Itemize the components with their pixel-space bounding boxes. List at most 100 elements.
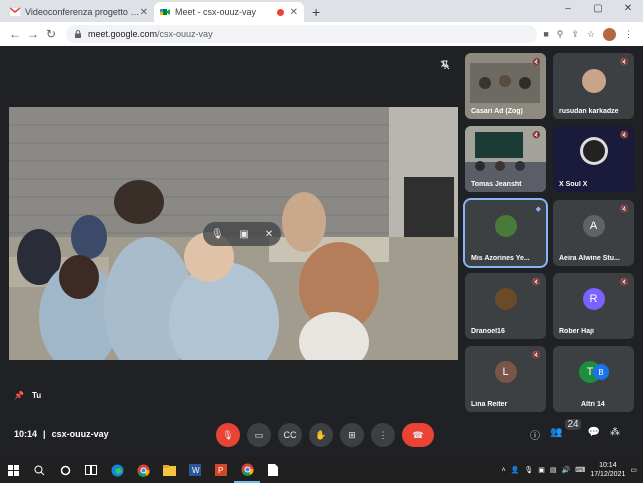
tab-meet[interactable]: Meet - csx-ouuz-vay ✕ bbox=[154, 2, 304, 22]
cortana-icon[interactable] bbox=[52, 457, 78, 483]
avatar: A bbox=[582, 215, 605, 237]
main-video[interactable]: 🎙 ▣ ✕ bbox=[9, 107, 458, 360]
pin-icon[interactable]: 📌 bbox=[14, 391, 24, 400]
bookmark-star-icon[interactable]: ☆ bbox=[587, 29, 595, 40]
pip-icon[interactable]: ▣ bbox=[239, 229, 248, 240]
participant-name: rusudan karkadze bbox=[559, 108, 619, 115]
network-icon[interactable]: ▤ bbox=[550, 466, 557, 474]
meet-stage: 🎙 ▣ ✕ 🔇 Casari Ad (Zog) 🔇 rusudan karkad… bbox=[0, 46, 643, 457]
mic-off-icon[interactable]: 🎙 bbox=[211, 229, 224, 240]
camera-toggle-button[interactable]: ▭ bbox=[247, 423, 271, 447]
end-call-button[interactable]: ☎ bbox=[402, 423, 434, 447]
people-icon[interactable]: 👥24 bbox=[550, 419, 581, 442]
raise-hand-button[interactable]: ✋ bbox=[309, 423, 333, 447]
camera-icon[interactable]: ■ bbox=[543, 29, 548, 39]
chrome-running-icon[interactable] bbox=[234, 457, 260, 483]
menu-icon[interactable]: ⋮ bbox=[624, 29, 633, 40]
meet-icon bbox=[160, 9, 170, 15]
document-icon[interactable] bbox=[260, 457, 286, 483]
search-icon[interactable] bbox=[26, 457, 52, 483]
others-count: Altri 14 bbox=[581, 401, 605, 408]
pin-off-icon[interactable] bbox=[440, 60, 450, 70]
microphone-tray-icon[interactable]: 🎙 bbox=[524, 466, 533, 474]
tab-title: Videoconferenza progetto intern bbox=[25, 7, 140, 17]
participant-tile[interactable]: L 🔇 Lina Reiter bbox=[465, 346, 546, 412]
mic-off-icon: 🔇 bbox=[532, 279, 541, 286]
browser-toolbar: ← → ↻ meet.google.com/csx-ouuz-vay ■ ⚲ ⇪… bbox=[0, 22, 643, 46]
notifications-icon[interactable]: ▭ bbox=[630, 466, 637, 474]
mic-off-icon: 🔇 bbox=[532, 352, 541, 359]
window-controls: – ▢ ✕ bbox=[553, 0, 643, 20]
participant-tile[interactable]: A 🔇 Aeira Alwine Stu... bbox=[553, 200, 634, 266]
participant-tile[interactable]: ◆ Mis Azorines Ye... bbox=[463, 198, 548, 268]
participant-count: 24 bbox=[565, 419, 581, 430]
windows-taskbar: W P ˄ 👤 🎙 ▣ ▤ 🔊 ⌨ 10:14 17/12/2021 ▭ bbox=[0, 457, 643, 483]
people-tray-icon[interactable]: 👤 bbox=[511, 466, 520, 474]
mic-off-icon: 🔇 bbox=[532, 59, 541, 66]
activities-icon[interactable]: ⁂ bbox=[610, 427, 620, 442]
avatar-secondary: B bbox=[593, 364, 609, 380]
meeting-details: 10:14 | csx-ouuz-vay bbox=[14, 429, 109, 439]
file-explorer-icon[interactable] bbox=[156, 457, 182, 483]
participant-tile[interactable]: 🔇 rusudan karkadze bbox=[553, 53, 634, 119]
profile-avatar[interactable] bbox=[603, 27, 616, 41]
clock-time: 10:14 bbox=[599, 462, 617, 469]
windows-start-icon[interactable] bbox=[0, 457, 26, 483]
tab-strip: Videoconferenza progetto intern ✕ Meet -… bbox=[0, 0, 643, 22]
task-view-icon[interactable] bbox=[78, 457, 104, 483]
others-tile[interactable]: T B Altri 14 bbox=[553, 346, 634, 412]
participant-tile[interactable]: 🔇 Dranoel16 bbox=[465, 273, 546, 339]
new-tab-button[interactable]: + bbox=[304, 4, 328, 22]
meet-control-bar: 10:14 | csx-ouuz-vay 🎙 ▭ CC ✋ ⊞ ⋮ ☎ ⓘ 👥2… bbox=[0, 415, 643, 455]
participant-name: Mis Azorines Ye... bbox=[471, 255, 530, 262]
unpin-icon[interactable]: ✕ bbox=[265, 229, 273, 240]
maximize-icon[interactable]: ▢ bbox=[583, 0, 613, 20]
zoom-icon[interactable]: ⚲ bbox=[557, 29, 564, 40]
participant-tile[interactable]: 🔇 X Soul X bbox=[553, 126, 634, 192]
back-icon[interactable]: ← bbox=[6, 27, 24, 41]
speaking-indicator-icon: ◆ bbox=[535, 206, 541, 213]
show-hidden-icons-icon[interactable]: ˄ bbox=[502, 467, 506, 474]
lock-icon bbox=[75, 30, 81, 38]
chrome-icon[interactable] bbox=[130, 457, 156, 483]
minimize-icon[interactable]: – bbox=[553, 0, 583, 20]
participant-name: Rober Haji bbox=[559, 328, 595, 335]
participant-name: Casari Ad (Zog) bbox=[471, 108, 523, 115]
reload-icon[interactable]: ↻ bbox=[42, 27, 60, 41]
word-icon[interactable]: W bbox=[182, 457, 208, 483]
volume-icon[interactable]: 🔊 bbox=[562, 466, 571, 474]
gmail-icon bbox=[10, 7, 20, 16]
mic-toggle-button[interactable]: 🎙 bbox=[216, 423, 240, 447]
share-icon[interactable]: ⇪ bbox=[571, 29, 579, 40]
mic-off-icon: 🔇 bbox=[620, 206, 629, 213]
chat-icon[interactable]: 💬 bbox=[588, 427, 600, 442]
participant-tile[interactable]: 🔇 Casari Ad (Zog) bbox=[465, 53, 546, 119]
meeting-time: 10:14 bbox=[14, 429, 38, 439]
address-bar[interactable]: meet.google.com/csx-ouuz-vay bbox=[66, 25, 538, 43]
more-options-button[interactable]: ⋮ bbox=[371, 423, 395, 447]
close-window-icon[interactable]: ✕ bbox=[613, 0, 643, 20]
mic-off-icon: 🔇 bbox=[620, 279, 629, 286]
camera-tray-icon[interactable]: ▣ bbox=[538, 466, 545, 474]
captions-button[interactable]: CC bbox=[278, 423, 302, 447]
meeting-code: csx-ouuz-vay bbox=[51, 429, 109, 439]
participant-tile[interactable]: 🔇 Tomas Jeansht bbox=[465, 126, 546, 192]
tab-videoconferenza[interactable]: Videoconferenza progetto intern ✕ bbox=[4, 2, 154, 22]
system-tray: ˄ 👤 🎙 ▣ ▤ 🔊 ⌨ 10:14 17/12/2021 ▭ bbox=[502, 457, 643, 483]
present-button[interactable]: ⊞ bbox=[340, 423, 364, 447]
info-icon[interactable]: ⓘ bbox=[530, 427, 540, 442]
side-panel-controls: ⓘ 👥24 💬 ⁂ bbox=[530, 419, 620, 442]
mic-off-icon: 🔇 bbox=[620, 59, 629, 66]
recording-indicator-icon bbox=[276, 8, 284, 16]
participant-tile[interactable]: R 🔇 Rober Haji bbox=[553, 273, 634, 339]
close-tab-icon[interactable]: ✕ bbox=[140, 7, 148, 18]
call-controls: 🎙 ▭ CC ✋ ⊞ ⋮ ☎ bbox=[216, 423, 434, 447]
system-clock[interactable]: 10:14 17/12/2021 bbox=[590, 461, 625, 479]
powerpoint-icon[interactable]: P bbox=[208, 457, 234, 483]
edge-icon[interactable] bbox=[104, 457, 130, 483]
close-tab-icon[interactable]: ✕ bbox=[290, 7, 298, 18]
avatar: R bbox=[582, 288, 605, 310]
svg-text:P: P bbox=[218, 466, 223, 475]
language-icon[interactable]: ⌨ bbox=[575, 466, 585, 474]
forward-icon[interactable]: → bbox=[24, 27, 42, 41]
